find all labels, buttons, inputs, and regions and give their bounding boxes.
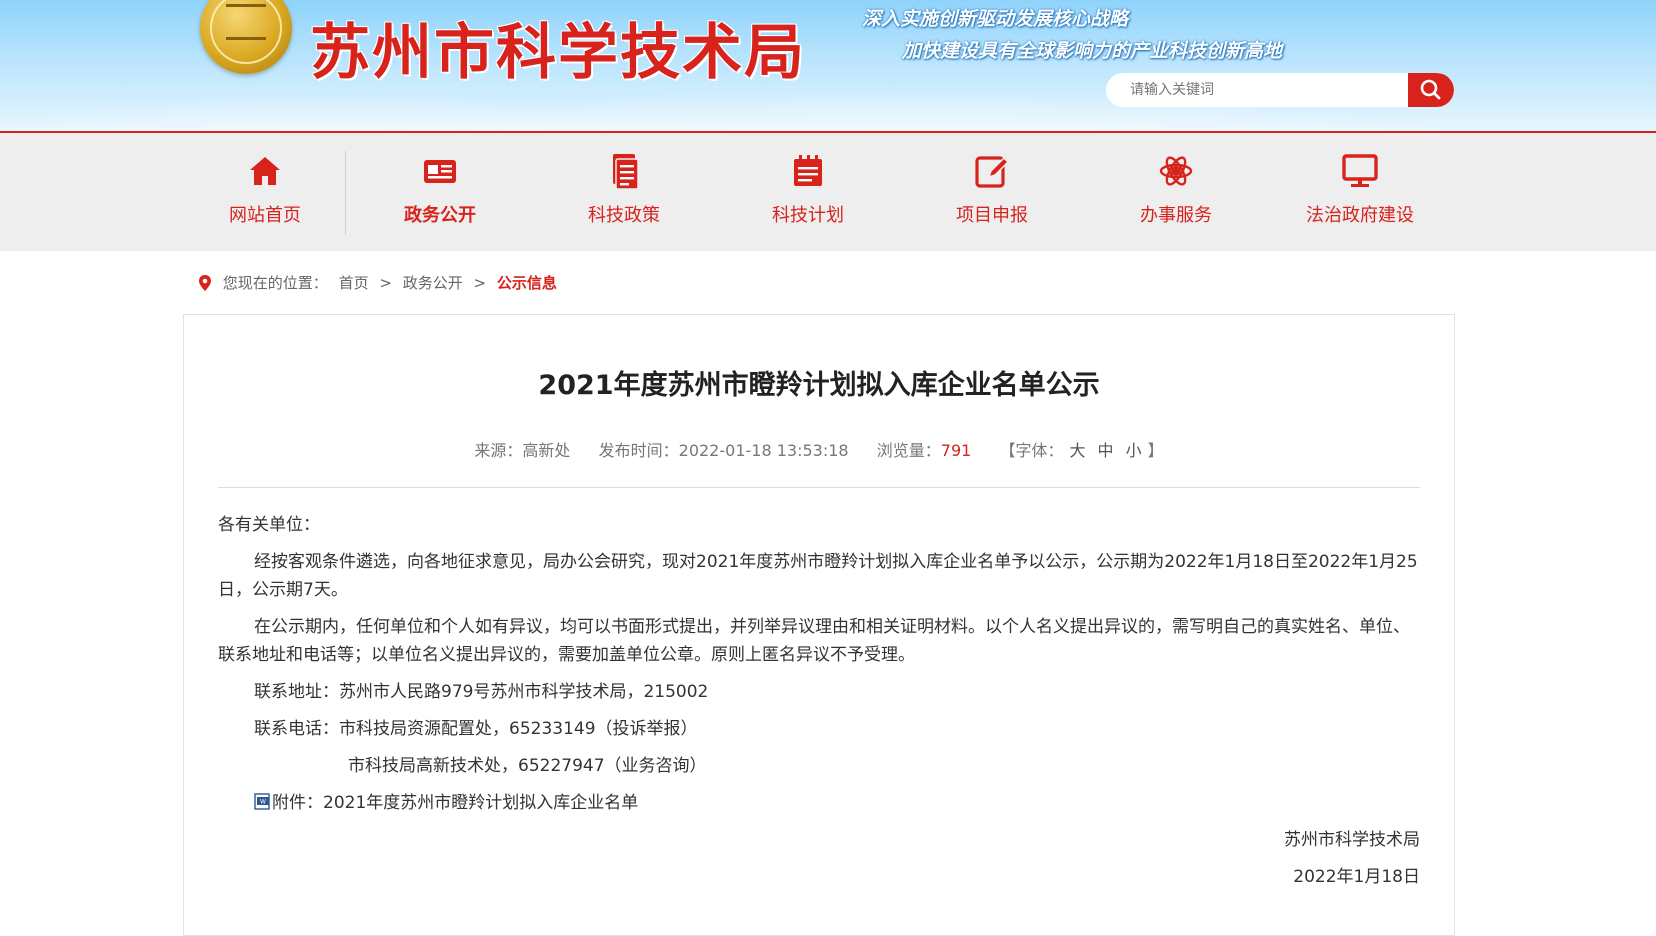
nav-label: 科技计划 (772, 205, 844, 226)
article-title: 2021年度苏州市瞪羚计划拟入库企业名单公示 (538, 370, 1100, 401)
nav-label: 政务公开 (404, 205, 476, 226)
nav-label: 网站首页 (229, 205, 301, 226)
font-size-small[interactable]: 小 (1126, 441, 1142, 460)
edit-icon (975, 156, 1010, 188)
location-pin-icon (199, 274, 211, 291)
contact-phone-1: 联系电话：市科技局资源配置处，65233149（投诉举报） (254, 719, 698, 739)
site-header: 苏州市科学技术局 深入实施创新驱动发展核心战略 加快建设具有全球影响力的产业科技… (0, 0, 1656, 132)
font-size-label: 【字体： (999, 441, 1064, 460)
attachment: W 附件：2021年度苏州市瞪羚计划拟入库企业名单 (218, 789, 1420, 817)
salutation: 各有关单位： (218, 515, 320, 535)
slogan-line-1: 深入实施创新驱动发展核心战略 (862, 8, 1129, 30)
nav-item-services[interactable]: 办事服务 (1096, 133, 1256, 251)
font-size-close: 】 (1147, 441, 1164, 460)
home-icon (250, 157, 280, 185)
search-box (1106, 73, 1454, 107)
font-size-large[interactable]: 大 (1070, 441, 1086, 460)
main-nav: 网站首页 政务公开 科技政策 科技计划 项目申报 办事服务 法治政府建设 (0, 133, 1656, 251)
nav-item-project-application[interactable]: 项目申报 (912, 133, 1072, 251)
breadcrumb-prefix: 您现在的位置： (222, 274, 328, 292)
breadcrumb: 您现在的位置： 首页 > 政务公开 > 公示信息 (196, 272, 557, 292)
signature: 苏州市科学技术局 (1284, 830, 1420, 850)
nav-label: 法治政府建设 (1306, 205, 1414, 226)
breadcrumb-current[interactable]: 公示信息 (497, 274, 557, 292)
monitor-icon (1342, 154, 1378, 187)
paragraph-2: 在公示期内，任何单位和个人如有异议，均可以书面形式提出，并列举异议理由和相关证明… (218, 617, 1410, 665)
source-value: 高新处 (522, 441, 571, 460)
word-document-icon[interactable]: W (254, 793, 272, 811)
publish-time: 2022-01-18 13:53:18 (678, 441, 849, 460)
document-icon (613, 154, 639, 190)
breadcrumb-separator: > (379, 273, 392, 292)
font-size-medium[interactable]: 中 (1098, 441, 1114, 460)
svg-text:W: W (260, 799, 266, 806)
article-body: 各有关单位： 经按客观条件遴选，向各地征求意见，局办公会研究，现对2021年度苏… (218, 511, 1420, 900)
emblem-mark (226, 4, 266, 40)
paragraph-1: 经按客观条件遴选，向各地征求意见，局办公会研究，现对2021年度苏州市瞪羚计划拟… (218, 552, 1418, 600)
nav-item-home[interactable]: 网站首页 (185, 133, 345, 251)
nav-item-tech-policy[interactable]: 科技政策 (544, 133, 704, 251)
article-panel: 2021年度苏州市瞪羚计划拟入库企业名单公示 来源：高新处 发布时间：2022-… (183, 314, 1455, 936)
site-title[interactable]: 苏州市科学技术局 (310, 4, 806, 91)
breadcrumb-separator: > (473, 273, 487, 292)
view-count: 791 (940, 441, 972, 460)
attachment-label: 附件： (272, 793, 323, 813)
nav-item-rule-of-law[interactable]: 法治政府建设 (1280, 133, 1440, 251)
contact-phone-2: 市科技局高新技术处，65227947（业务咨询） (348, 756, 707, 776)
nav-label: 项目申报 (956, 205, 1028, 226)
nav-item-tech-plan[interactable]: 科技计划 (728, 133, 888, 251)
search-input[interactable] (1106, 73, 1410, 107)
search-icon (1420, 79, 1441, 100)
nav-label: 办事服务 (1140, 205, 1212, 226)
news-card-icon (424, 160, 456, 183)
nav-item-government-affairs[interactable]: 政务公开 (360, 133, 520, 251)
search-button[interactable] (1408, 73, 1454, 107)
views-label: 浏览量： (876, 441, 941, 460)
breadcrumb-gov-link[interactable]: 政务公开 (403, 274, 463, 292)
title-divider (218, 487, 1420, 488)
publish-date: 2022年1月18日 (1293, 867, 1420, 887)
article-meta: 来源：高新处 发布时间：2022-01-18 13:53:18 浏览量：791 … (184, 437, 1454, 461)
source-label: 来源： (474, 441, 523, 460)
contact-address: 联系地址：苏州市人民路979号苏州市科学技术局，215002 (254, 682, 709, 702)
calendar-list-icon (794, 155, 822, 186)
slogan-line-2: 加快建设具有全球影响力的产业科技创新高地 (902, 40, 1283, 62)
time-label: 发布时间： (598, 441, 679, 460)
atom-icon (1159, 156, 1193, 186)
breadcrumb-home-link[interactable]: 首页 (339, 274, 369, 292)
attachment-link[interactable]: 2021年度苏州市瞪羚计划拟入库企业名单 (323, 793, 638, 813)
nav-separator (345, 151, 346, 235)
nav-label: 科技政策 (588, 205, 660, 226)
